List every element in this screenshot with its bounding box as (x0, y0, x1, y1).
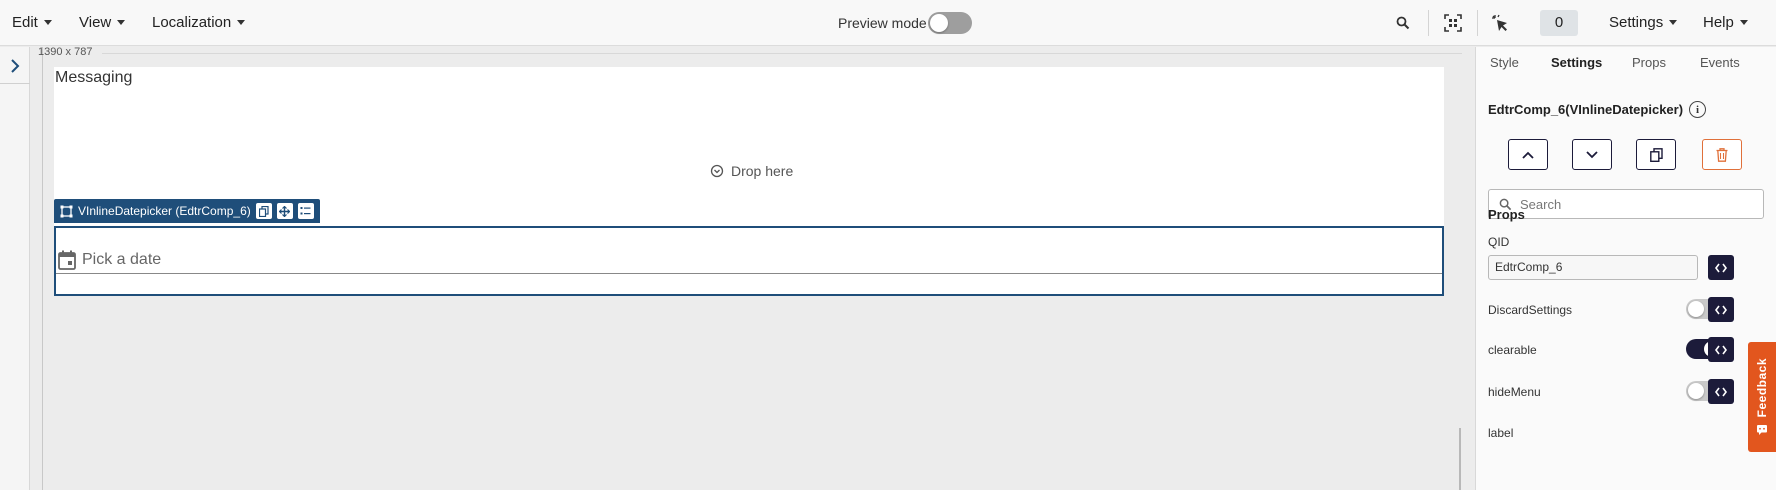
canvas-left-ruler (42, 47, 43, 490)
prop-label-clearable: clearable (1488, 343, 1537, 357)
search-input[interactable] (1520, 196, 1750, 212)
panel-tabs: Style Settings Props Events (1476, 47, 1776, 81)
tab-props[interactable]: Props (1632, 55, 1666, 70)
rail-divider (0, 83, 30, 84)
chevron-down-icon (1586, 150, 1598, 158)
tab-style[interactable]: Style (1490, 55, 1519, 70)
tab-events[interactable]: Events (1700, 55, 1740, 70)
menu-settings[interactable]: Settings (1609, 14, 1678, 31)
menu-view[interactable]: View (79, 14, 126, 31)
selection-counter: 0 (1540, 10, 1578, 36)
chevron-right-icon[interactable] (6, 57, 24, 75)
menu-localization-label: Localization (152, 14, 232, 31)
qid-binding-button[interactable] (1708, 255, 1734, 280)
code-icon (1715, 305, 1727, 314)
component-tag-label: VInlineDatepicker (EdtrComp_6) (78, 204, 251, 218)
tab-settings[interactable]: Settings (1551, 55, 1602, 70)
list-settings-icon[interactable] (297, 203, 314, 219)
trash-icon (1716, 147, 1728, 162)
code-icon (1715, 387, 1727, 396)
menu-edit[interactable]: Edit (12, 14, 52, 31)
prop-label-hidemenu: hideMenu (1488, 385, 1541, 399)
chevron-circle-down-icon (710, 164, 724, 178)
caret-down-icon (1739, 20, 1748, 25)
canvas-size-ruler (102, 53, 1462, 54)
caret-down-icon (1669, 20, 1678, 25)
code-icon (1715, 263, 1727, 272)
qid-field[interactable]: EdtrComp_6 (1488, 255, 1698, 280)
drop-zone-label: Drop here (731, 163, 794, 179)
component-title: EdtrComp_6(VInlineDatepicker) i (1488, 101, 1707, 118)
pointer-click-icon[interactable] (1489, 12, 1511, 34)
canvas-size-label: 1390 x 787 (38, 46, 93, 58)
menu-view-label: View (79, 14, 112, 31)
move-up-button[interactable] (1508, 139, 1548, 170)
menu-help-label: Help (1703, 14, 1734, 31)
code-icon (1715, 345, 1727, 354)
toolbar-divider (1428, 10, 1429, 36)
discardsettings-binding-button[interactable] (1708, 297, 1734, 322)
toggle-knob (930, 14, 948, 32)
menu-localization[interactable]: Localization (152, 14, 246, 31)
date-placeholder: Pick a date (82, 251, 162, 268)
date-field-underline (56, 273, 1442, 274)
menu-help[interactable]: Help (1703, 14, 1748, 31)
hidemenu-binding-button[interactable] (1708, 379, 1734, 404)
caret-down-icon (237, 20, 246, 25)
search-icon[interactable] (1392, 12, 1414, 34)
chevron-up-icon (1522, 151, 1534, 159)
feedback-chat-icon (1757, 424, 1767, 435)
feedback-label: Feedback (1755, 358, 1769, 418)
toggle-knob (1688, 301, 1704, 317)
inline-datepicker[interactable]: Pick a date (54, 226, 1444, 296)
feedback-tab[interactable]: Feedback (1748, 342, 1776, 452)
preview-mode-toggle[interactable] (928, 12, 972, 34)
component-frame-icon (60, 205, 73, 217)
caret-down-icon (43, 20, 52, 25)
move-icon[interactable] (276, 203, 293, 219)
messaging-heading: Messaging (55, 69, 133, 86)
copy-icon[interactable] (255, 203, 272, 219)
drop-zone[interactable]: Drop here (710, 163, 793, 179)
caret-down-icon (117, 20, 126, 25)
canvas-scrollbar[interactable] (1459, 428, 1461, 490)
qr-scan-icon[interactable] (1442, 12, 1464, 34)
menu-settings-label: Settings (1609, 14, 1664, 31)
delete-button[interactable] (1702, 139, 1742, 170)
left-rail (0, 47, 30, 490)
duplicate-button[interactable] (1636, 139, 1676, 170)
toolbar-divider (1477, 10, 1478, 36)
props-search[interactable] (1488, 189, 1764, 219)
toggle-knob (1688, 383, 1704, 399)
properties-panel: Style Settings Props Events EdtrComp_6(V… (1475, 47, 1776, 490)
calendar-icon (58, 250, 76, 270)
component-title-text: EdtrComp_6(VInlineDatepicker) (1488, 102, 1684, 117)
copy-icon (1649, 147, 1663, 162)
prop-label-label: label (1488, 426, 1514, 440)
clearable-binding-button[interactable] (1708, 337, 1734, 362)
move-down-button[interactable] (1572, 139, 1612, 170)
info-icon[interactable]: i (1689, 101, 1707, 118)
menu-edit-label: Edit (12, 14, 38, 31)
preview-mode-label: Preview mode (838, 15, 927, 31)
top-toolbar: Edit View Localization Preview mode 0 Se… (0, 0, 1776, 46)
design-canvas: Messaging Drop here VInlineDatepicker (E… (54, 67, 1444, 490)
props-section-title: Props (1488, 207, 1525, 222)
component-tag[interactable]: VInlineDatepicker (EdtrComp_6) (54, 199, 320, 223)
date-field[interactable]: Pick a date (58, 246, 161, 274)
prop-label-discardsettings: DiscardSettings (1488, 303, 1573, 317)
qid-label: QID (1488, 235, 1510, 249)
